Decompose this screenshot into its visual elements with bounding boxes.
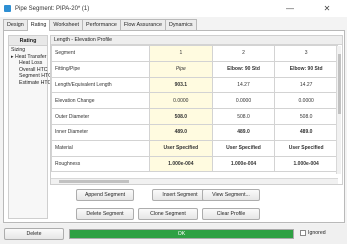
inner-diameter-cell[interactable]: 489.0 <box>149 123 213 141</box>
outer-diameter-cell[interactable]: 508.0 <box>274 108 338 125</box>
table-row: Roughness 1.000e-004 1.000e-004 1.000e-0… <box>51 155 338 173</box>
tab-performance[interactable]: Performance <box>82 19 121 30</box>
table-row: Length/Equivalent Length 903.1 14.27 14.… <box>51 76 338 94</box>
clear-profile-button[interactable]: Clear Profile <box>202 208 260 220</box>
grid-title: Length - Elevation Profile <box>51 36 342 45</box>
sidebar-item-sizing[interactable]: Sizing <box>9 47 47 54</box>
horizontal-scrollbar[interactable] <box>51 178 338 184</box>
table-row: Elevation Change 0.0000 0.0000 0.0000 <box>51 92 338 110</box>
segment-number[interactable]: 2 <box>211 45 276 62</box>
ignored-label: Ignored <box>308 230 326 236</box>
elevation-cell[interactable]: 0.0000 <box>149 92 213 110</box>
elevation-cell[interactable]: 0.0000 <box>274 92 338 110</box>
title-bar: Pipe Segment: PIPA-20* (1) — ✕ <box>0 0 347 17</box>
inner-diameter-cell[interactable]: 489.0 <box>211 123 276 141</box>
tab-design[interactable]: Design <box>3 19 28 30</box>
status-footer: Delete OK Ignored <box>0 224 347 244</box>
segment-number[interactable]: 1 <box>149 45 213 62</box>
table-row: Segment 1 2 3 <box>51 45 338 62</box>
roughness-cell[interactable]: 1.000e-004 <box>149 155 213 173</box>
sidebar-item-estimate-htc[interactable]: Estimate HTC <box>9 80 51 87</box>
view-segment-button[interactable]: View Segment... <box>202 189 260 201</box>
row-header: Elevation Change <box>51 92 150 110</box>
append-segment-button[interactable]: Append Segment <box>76 189 134 201</box>
status-text: OK <box>177 231 186 237</box>
minimize-button[interactable]: — <box>276 0 304 17</box>
vertical-scrollbar[interactable] <box>336 46 341 174</box>
delete-button[interactable]: Delete <box>4 228 64 240</box>
sidebar-item-heat-loss[interactable]: Heat Loss <box>9 60 47 67</box>
sidebar-header: Rating <box>9 36 47 46</box>
ignored-toggle[interactable]: Ignored <box>300 230 326 236</box>
material-cell[interactable]: User Specified <box>211 139 276 157</box>
profile-grid: Length - Elevation Profile Segment 1 2 3… <box>50 35 343 185</box>
table-row: Outer Diameter 508.0 508.0 508.0 <box>51 108 338 125</box>
elevation-cell[interactable]: 0.0000 <box>211 92 276 110</box>
table-row: Fitting/Pipe Pipe Elbow: 90 Std Elbow: 9… <box>51 60 338 78</box>
ignored-checkbox[interactable] <box>300 230 306 236</box>
row-header: Material <box>51 139 150 157</box>
material-cell[interactable]: User Specified <box>149 139 213 157</box>
fitting-cell[interactable]: Pipe <box>149 60 213 78</box>
length-cell[interactable]: 14.27 <box>211 76 276 94</box>
row-header: Length/Equivalent Length <box>51 76 150 94</box>
sidebar-item-heat-transfer[interactable]: ▸ Heat Transfer <box>9 54 47 61</box>
tab-bar: Design Rating Worksheet Performance Flow… <box>3 19 197 31</box>
fitting-cell[interactable]: Elbow: 90 Std <box>274 60 338 78</box>
status-bar: OK <box>69 229 294 239</box>
tab-dynamics[interactable]: Dynamics <box>164 19 197 30</box>
roughness-cell[interactable]: 1.000e-004 <box>211 155 276 173</box>
app-icon <box>4 5 11 12</box>
insert-segment-button[interactable]: Insert Segment <box>152 189 208 201</box>
table-row: Material User Specified User Specified U… <box>51 139 338 157</box>
row-header: Fitting/Pipe <box>51 60 150 78</box>
outer-diameter-cell[interactable]: 508.0 <box>149 108 213 125</box>
tab-flow-assurance[interactable]: Flow Assurance <box>119 19 166 30</box>
length-cell[interactable]: 14.27 <box>274 76 338 94</box>
segment-number[interactable]: 3 <box>274 45 338 62</box>
scroll-thumb[interactable] <box>59 180 129 183</box>
row-header: Inner Diameter <box>51 123 150 141</box>
row-header: Segment <box>51 45 150 62</box>
roughness-cell[interactable]: 1.000e-004 <box>274 155 338 173</box>
sidebar-item-overall-htc[interactable]: Overall HTC <box>9 67 48 74</box>
segment-table: Segment 1 2 3 Fitting/Pipe Pipe Elbow: 9… <box>51 45 338 173</box>
tab-rating[interactable]: Rating <box>26 19 51 31</box>
sidebar-item-segment-htc[interactable]: Segment HTC <box>9 73 52 80</box>
inner-diameter-cell[interactable]: 489.0 <box>274 123 338 141</box>
row-header: Outer Diameter <box>51 108 150 125</box>
rating-panel: Rating Sizing ▸ Heat Transfer Heat Loss … <box>3 30 345 223</box>
table-row: Inner Diameter 489.0 489.0 489.0 <box>51 123 338 141</box>
fitting-cell[interactable]: Elbow: 90 Std <box>211 60 276 78</box>
tab-worksheet[interactable]: Worksheet <box>49 19 84 30</box>
length-cell[interactable]: 903.1 <box>149 76 213 94</box>
sidebar-tree: Rating Sizing ▸ Heat Transfer Heat Loss … <box>8 35 52 219</box>
clone-segment-button[interactable]: Clone Segment <box>138 208 198 220</box>
window-title: Pipe Segment: PIPA-20* (1) <box>15 5 90 12</box>
close-button[interactable]: ✕ <box>313 0 341 17</box>
material-cell[interactable]: User Specified <box>274 139 338 157</box>
row-header: Roughness <box>51 155 150 173</box>
outer-diameter-cell[interactable]: 508.0 <box>211 108 276 125</box>
delete-segment-button[interactable]: Delete Segment <box>76 208 134 220</box>
scroll-thumb[interactable] <box>338 54 341 114</box>
